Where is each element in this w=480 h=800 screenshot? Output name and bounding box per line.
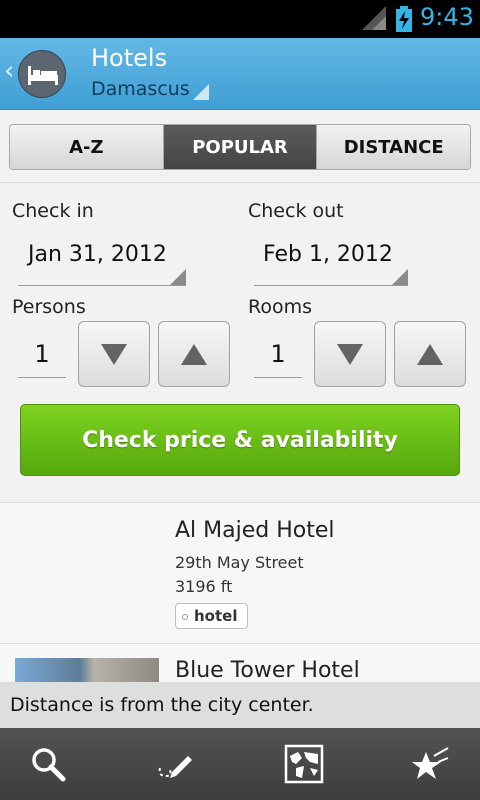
map-icon[interactable]	[284, 744, 324, 784]
divider	[0, 643, 480, 644]
triangle-up-icon	[181, 343, 207, 365]
check-in-date[interactable]: Jan 31, 2012	[28, 242, 167, 267]
category-tag: hotel	[175, 603, 249, 629]
persons-increment-button[interactable]	[158, 321, 230, 387]
rooms-value[interactable]: 1	[254, 340, 302, 368]
triangle-down-icon	[337, 343, 363, 365]
hotel-name: Al Majed Hotel	[175, 518, 335, 543]
persons-label: Persons	[12, 296, 86, 318]
edit-icon[interactable]	[154, 744, 194, 784]
hotel-name: Blue Tower Hotel	[175, 658, 360, 683]
check-in-label: Check in	[12, 200, 94, 222]
bottom-toolbar	[0, 728, 480, 800]
tab-popular[interactable]: POPULAR	[163, 125, 318, 169]
check-in-underline	[18, 285, 186, 286]
city-selector[interactable]: Damascus	[91, 78, 190, 100]
search-icon[interactable]	[28, 744, 68, 784]
tag-label: hotel	[194, 607, 238, 625]
persons-underline	[18, 377, 66, 378]
check-availability-button[interactable]: Check price & availability	[20, 404, 460, 476]
toast-message: Distance is from the city center.	[0, 682, 480, 728]
chevron-left-icon[interactable]: ‹	[4, 56, 14, 86]
rooms-decrement-button[interactable]	[314, 321, 386, 387]
tag-icon	[182, 614, 188, 620]
hotel-address: 29th May Street	[175, 553, 304, 572]
dropdown-corner-icon	[193, 84, 209, 100]
tab-a-z[interactable]: A-Z	[10, 125, 164, 169]
persons-value[interactable]: 1	[18, 340, 66, 368]
sort-tabs: A-Z POPULAR DISTANCE	[9, 124, 471, 170]
rooms-underline	[254, 377, 302, 378]
page-title: Hotels	[91, 44, 168, 72]
check-out-underline	[254, 285, 408, 286]
clock: 9:43	[420, 3, 474, 31]
persons-decrement-button[interactable]	[78, 321, 150, 387]
bed-icon[interactable]	[18, 50, 66, 98]
hotel-thumbnail	[15, 658, 159, 682]
favorites-icon[interactable]	[410, 744, 450, 784]
status-bar: 9:43	[0, 0, 480, 38]
spinner-corner-icon	[170, 269, 186, 285]
spinner-corner-icon	[392, 269, 408, 285]
tab-distance[interactable]: DISTANCE	[317, 125, 470, 169]
action-bar: ‹ Hotels Damascus	[0, 38, 480, 110]
signal-icon	[362, 6, 386, 30]
hotel-distance: 3196 ft	[175, 577, 233, 596]
triangle-up-icon	[417, 343, 443, 365]
divider	[0, 182, 480, 183]
check-out-date[interactable]: Feb 1, 2012	[263, 242, 393, 267]
battery-charging-icon	[396, 6, 412, 32]
triangle-down-icon	[101, 343, 127, 365]
check-out-label: Check out	[248, 200, 344, 222]
rooms-label: Rooms	[248, 296, 313, 318]
rooms-increment-button[interactable]	[394, 321, 466, 387]
